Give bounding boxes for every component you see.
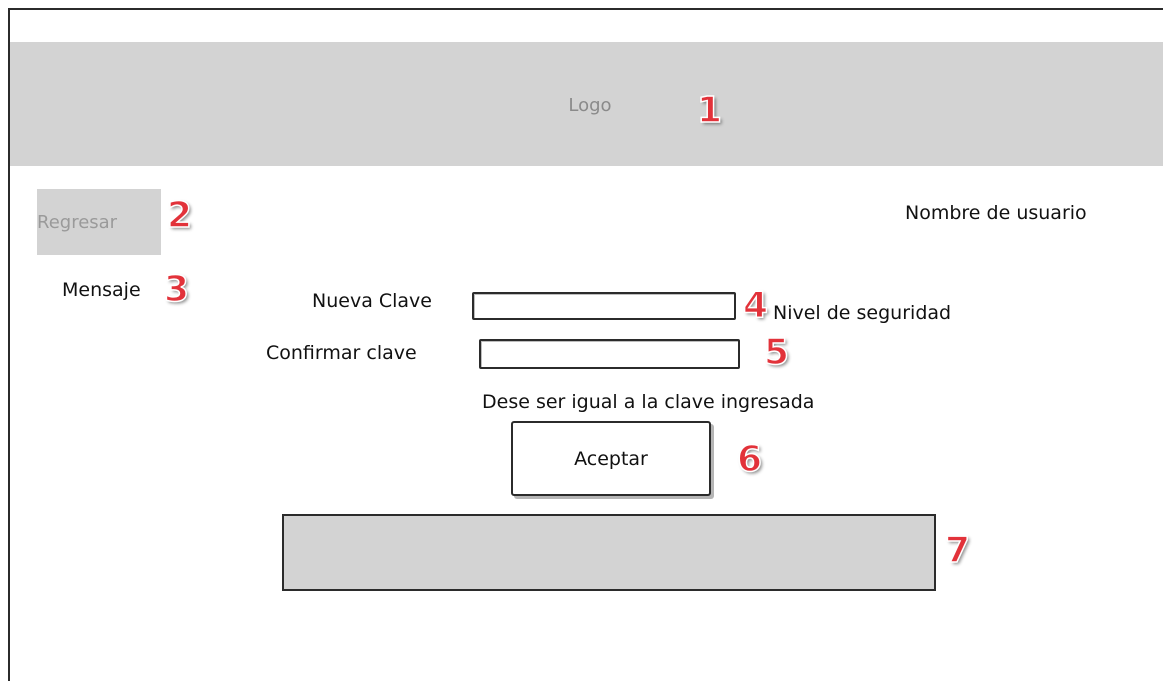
- annotation-marker-5: 5: [763, 332, 790, 374]
- security-level-label: Nivel de seguridad: [773, 302, 952, 324]
- annotation-marker-3: 3: [163, 269, 190, 311]
- annotation-marker-6: 6: [736, 439, 763, 481]
- annotation-marker-7: 7: [944, 530, 971, 572]
- back-button[interactable]: Regresar: [37, 189, 161, 255]
- result-message-box: [282, 514, 936, 591]
- new-password-input[interactable]: [472, 292, 736, 320]
- accept-button[interactable]: Aceptar: [511, 421, 711, 496]
- message-label: Mensaje: [62, 279, 141, 301]
- annotation-marker-1: 1: [696, 90, 723, 132]
- logo-text: Logo: [568, 95, 612, 116]
- confirm-hint-text: Dese ser igual a la clave ingresada: [482, 391, 815, 413]
- annotation-marker-4: 4: [742, 285, 769, 327]
- confirm-password-label: Confirmar clave: [266, 342, 417, 364]
- confirm-password-input[interactable]: [479, 339, 740, 369]
- new-password-label: Nueva Clave: [312, 290, 432, 312]
- annotation-marker-2: 2: [166, 195, 193, 237]
- username-label: Nombre de usuario: [905, 202, 1087, 224]
- back-button-label: Regresar: [37, 212, 118, 233]
